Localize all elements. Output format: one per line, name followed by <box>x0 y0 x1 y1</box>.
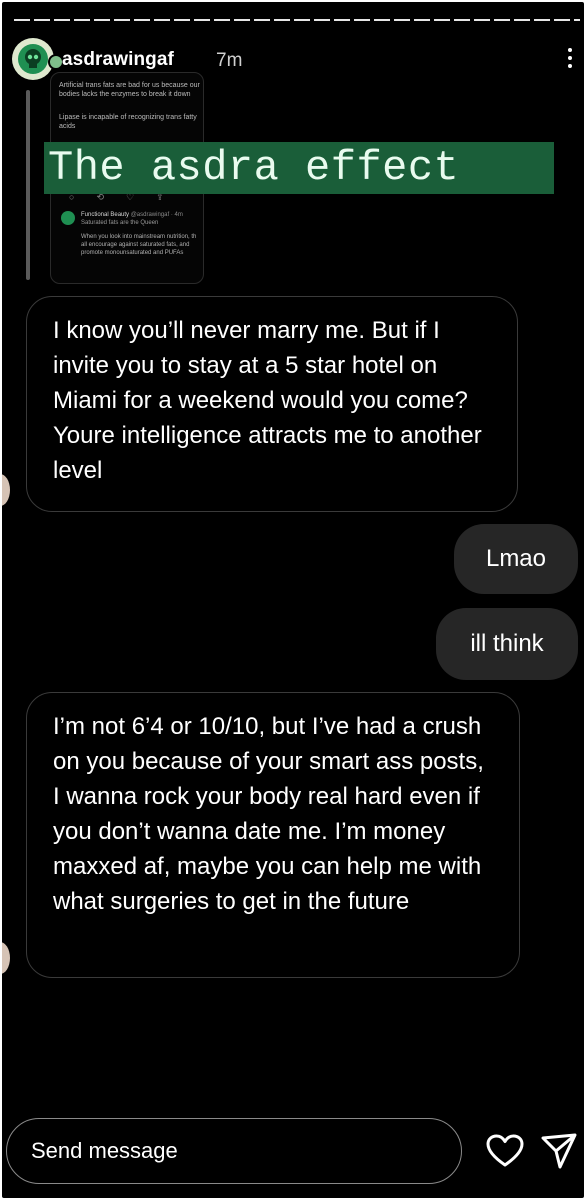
reply-avatar <box>61 211 75 225</box>
story-progress-bar <box>14 19 580 21</box>
username[interactable]: asdrawingaf <box>62 49 174 71</box>
repost-icon: ⟲ <box>96 192 104 202</box>
send-icon[interactable] <box>540 1132 578 1170</box>
quoted-post-text: bodies lacks the enzymes to break it dow… <box>59 91 191 98</box>
reply-author: Functional Beauty <box>81 212 130 218</box>
more-vertical-icon[interactable] <box>564 44 576 72</box>
like-icon: ♡ <box>125 192 135 202</box>
message-bubble-sent: Lmao <box>454 524 578 594</box>
message-bubble-sent: ill think <box>436 608 578 680</box>
reply-handle: @asdrawingaf · 4m <box>130 212 183 218</box>
reply-title: Saturated fats are the Queen <box>81 220 159 226</box>
sender-avatar <box>2 474 10 506</box>
reply-indicator-bar <box>26 90 30 280</box>
message-input[interactable] <box>6 1118 462 1184</box>
reply-body: When you look into mainstream nutrition,… <box>81 234 197 256</box>
story-screen: asdrawingaf 7m Artificial trans fats are… <box>2 2 584 1198</box>
quoted-post-text: acids <box>59 123 76 130</box>
heart-icon[interactable] <box>486 1134 524 1168</box>
message-bubble-received: I know you’ll never marry me. But if I i… <box>26 296 518 512</box>
quoted-post-actions: ○ ⟲ ♡ ⇪ <box>69 193 164 202</box>
message-bubble-received: I’m not 6’4 or 10/10, but I’ve had a cru… <box>26 692 520 978</box>
quoted-post-text: Lipase is incapable of recognizing trans… <box>59 114 197 121</box>
share-icon: ⇪ <box>156 192 164 202</box>
time-ago: 7m <box>216 50 243 71</box>
story-caption-overlay: The asdra effect <box>44 142 554 194</box>
skull-avatar-icon <box>18 44 48 74</box>
quoted-post-text: Artificial trans fats are bad for us bec… <box>59 82 200 89</box>
comment-icon: ○ <box>69 192 75 202</box>
sender-avatar <box>2 942 10 974</box>
